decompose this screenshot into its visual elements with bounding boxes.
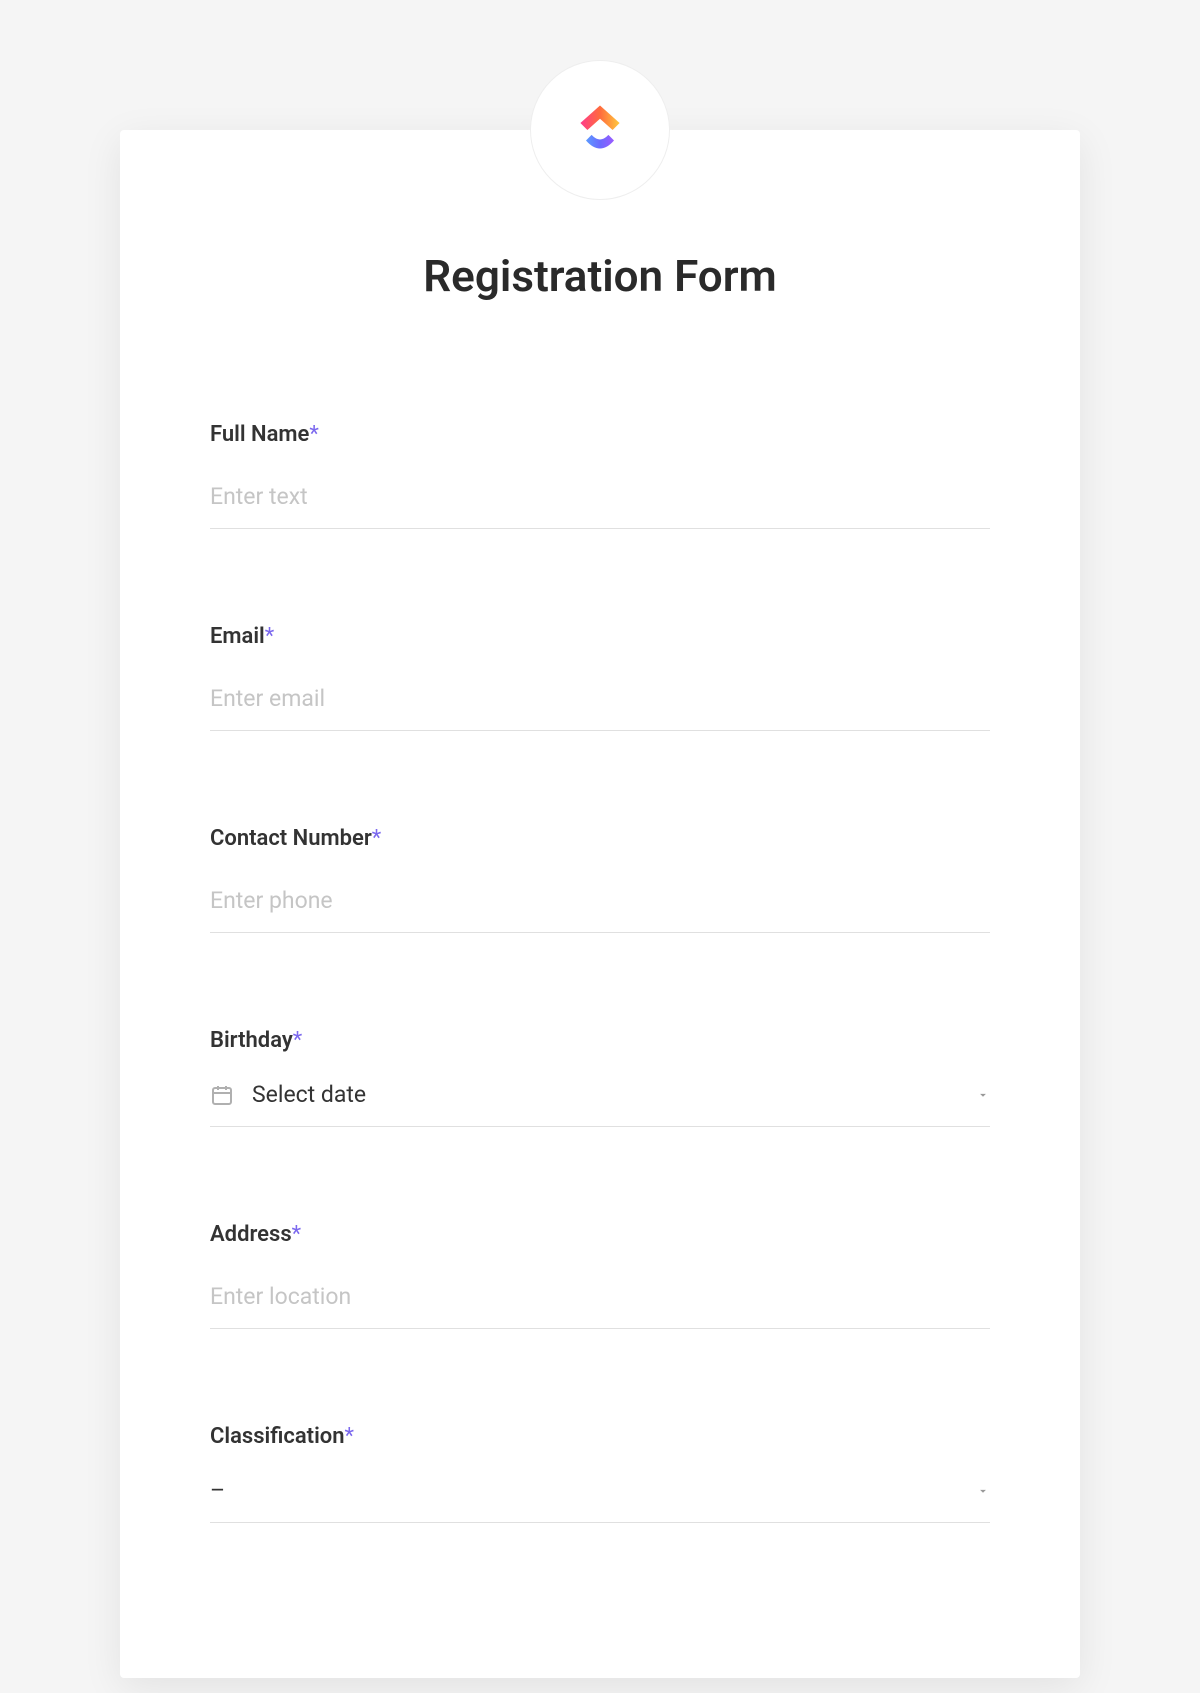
required-marker: * [265, 624, 274, 649]
contact-label: Contact Number* [210, 826, 990, 851]
clickup-logo-icon [565, 95, 635, 165]
select-placeholder-text: – [210, 1477, 976, 1504]
field-group-email: Email* [210, 624, 990, 731]
required-marker: * [293, 1028, 302, 1053]
classification-label: Classification* [210, 1424, 990, 1449]
label-text: Birthday [210, 1028, 293, 1053]
birthday-date-picker[interactable]: Select date [210, 1081, 990, 1127]
required-marker: * [345, 1424, 354, 1449]
email-input[interactable] [210, 677, 990, 731]
fullname-input[interactable] [210, 475, 990, 529]
label-text: Address [210, 1222, 292, 1247]
logo-container [530, 60, 670, 200]
address-label: Address* [210, 1222, 990, 1247]
birthday-label: Birthday* [210, 1028, 990, 1053]
fullname-label: Full Name* [210, 422, 990, 447]
field-group-fullname: Full Name* [210, 422, 990, 529]
chevron-down-icon [976, 1088, 990, 1102]
registration-form-card: Registration Form Full Name* Email* Cont… [120, 130, 1080, 1678]
label-text: Full Name [210, 422, 309, 447]
form-title: Registration Form [210, 250, 990, 302]
date-placeholder-text: Select date [252, 1081, 976, 1108]
field-group-address: Address* [210, 1222, 990, 1329]
label-text: Email [210, 624, 265, 649]
required-marker: * [372, 826, 381, 851]
address-input[interactable] [210, 1275, 990, 1329]
field-group-birthday: Birthday* Select date [210, 1028, 990, 1127]
field-group-classification: Classification* – [210, 1424, 990, 1523]
required-marker: * [309, 422, 318, 447]
contact-input[interactable] [210, 879, 990, 933]
email-label: Email* [210, 624, 990, 649]
label-text: Contact Number [210, 826, 372, 851]
required-marker: * [292, 1222, 301, 1247]
field-group-contact: Contact Number* [210, 826, 990, 933]
classification-select[interactable]: – [210, 1477, 990, 1523]
calendar-icon [210, 1083, 234, 1107]
chevron-down-icon [976, 1484, 990, 1498]
label-text: Classification [210, 1424, 345, 1449]
